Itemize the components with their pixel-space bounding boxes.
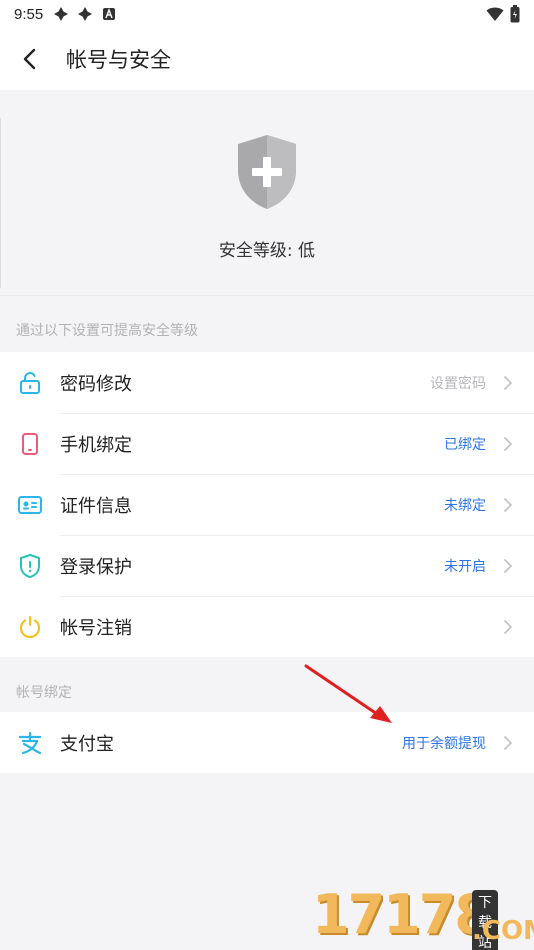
row-label: 支付宝: [60, 733, 114, 755]
security-level-text: 安全等级: 低: [218, 241, 316, 261]
chevron-right-icon: [504, 735, 513, 750]
unlock-icon: [20, 371, 40, 394]
power-icon: [19, 615, 41, 638]
section-label-improve: 通过以下设置可提高安全等级: [16, 323, 198, 339]
watermark-logo: 17178 下载站 .COM: [312, 883, 534, 950]
id-card-icon: [18, 495, 42, 514]
app-notification-icon: [54, 7, 69, 21]
row-label: 帐号注销: [60, 617, 132, 639]
row-value: 未开启: [444, 558, 486, 575]
phone-icon: [22, 432, 38, 455]
app-bar: 帐号与安全: [0, 28, 534, 90]
row-label: 证件信息: [60, 495, 132, 517]
row-phone-binding[interactable]: 手机绑定 已绑定: [0, 413, 534, 474]
section-label-binding: 帐号绑定: [16, 685, 72, 701]
app-notification-icon: [78, 7, 93, 21]
shield-plus-icon: [238, 135, 296, 209]
chevron-right-icon: [504, 375, 513, 390]
status-time: 9:55: [14, 5, 44, 23]
account-binding-list: 支付宝 用于余额提现: [0, 712, 534, 773]
row-value: 未绑定: [444, 497, 486, 514]
shield-exclaim-icon: [20, 553, 40, 578]
security-summary: 安全等级: 低: [0, 90, 534, 296]
row-label: 密码修改: [60, 373, 132, 395]
row-label: 手机绑定: [60, 434, 132, 456]
watermark-number: 17178: [312, 883, 492, 946]
chevron-left-icon: [23, 48, 36, 70]
battery-icon: [510, 5, 520, 23]
row-label: 登录保护: [60, 556, 132, 578]
row-value: 设置密码: [430, 375, 486, 392]
page-title: 帐号与安全: [66, 48, 171, 72]
chevron-right-icon: [504, 436, 513, 451]
row-value: 已绑定: [444, 436, 486, 453]
alipay-icon: [18, 731, 42, 754]
watermark-domain: .COM: [472, 916, 534, 946]
chevron-right-icon: [504, 619, 513, 634]
chevron-right-icon: [504, 558, 513, 573]
row-account-cancel[interactable]: 帐号注销: [0, 596, 534, 657]
chevron-right-icon: [504, 497, 513, 512]
back-button[interactable]: [0, 28, 60, 90]
row-password-change[interactable]: 密码修改 设置密码: [0, 352, 534, 413]
row-value: 用于余额提现: [402, 735, 486, 752]
app-notification-icon: [103, 8, 116, 20]
row-login-protection[interactable]: 登录保护 未开启: [0, 535, 534, 596]
wifi-icon: [486, 7, 504, 21]
security-settings-list: 密码修改 设置密码 手机绑定 已绑定 证件信息 未绑定 登录保护 未开启 帐号注…: [0, 352, 534, 657]
status-bar: 9:55: [0, 0, 534, 28]
row-id-info[interactable]: 证件信息 未绑定: [0, 474, 534, 535]
annotation-arrow-icon: [304, 664, 392, 723]
row-alipay[interactable]: 支付宝 用于余额提现: [0, 712, 534, 773]
